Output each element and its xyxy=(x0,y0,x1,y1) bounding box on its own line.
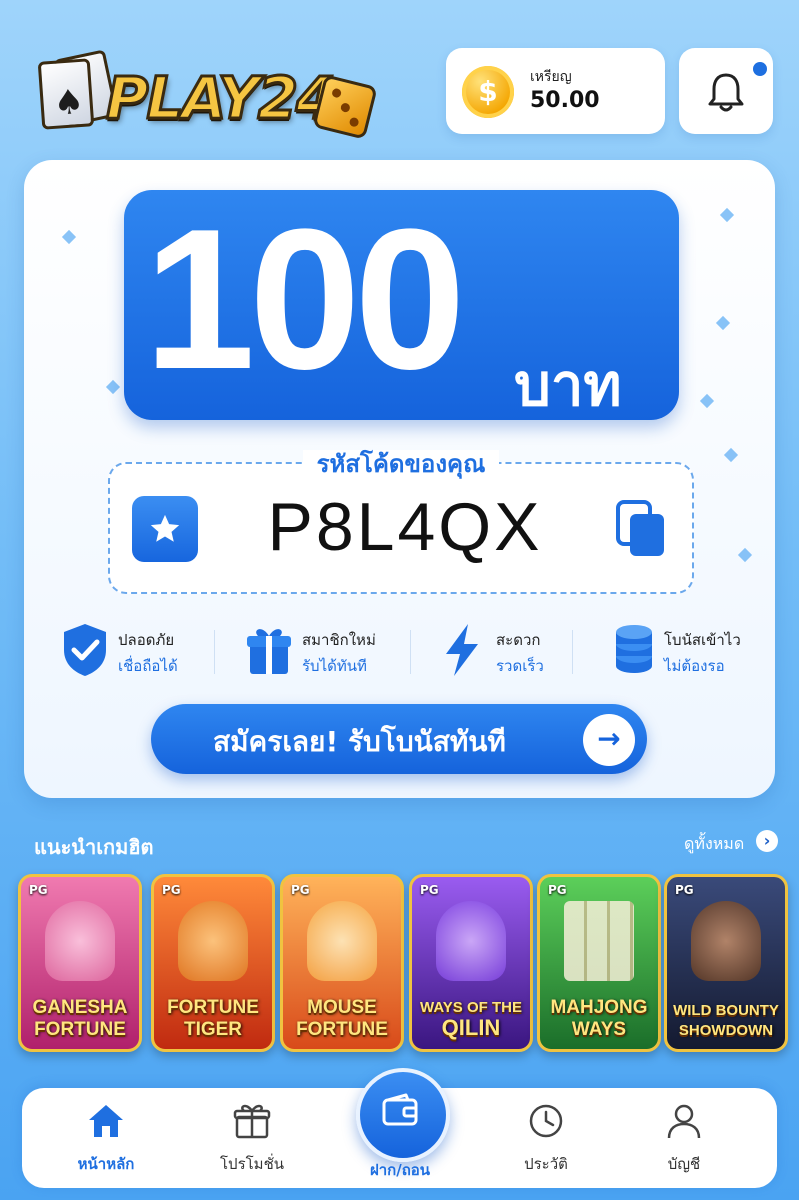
sparkle-icon xyxy=(61,229,77,245)
divider xyxy=(410,630,411,674)
game-artwork xyxy=(436,901,506,981)
game-tile-mahjong-ways[interactable]: PG MAHJONG WAYS xyxy=(537,874,661,1052)
game-tile-mouse-fortune[interactable]: PG MOUSE FORTUNE xyxy=(280,874,404,1052)
game-tile-wild-bounty-showdown[interactable]: PG WILD BOUNTY SHOWDOWN xyxy=(664,874,788,1052)
game-artwork xyxy=(691,901,761,981)
game-name: WILD BOUNTY SHOWDOWN xyxy=(673,1002,779,1039)
sparkle-icon xyxy=(105,379,121,395)
feature-subtitle: รวดเร็ว xyxy=(496,657,544,675)
provider-badge: PG xyxy=(675,883,694,897)
coin-stack-icon xyxy=(616,625,652,673)
deposit-withdraw-button[interactable] xyxy=(356,1068,450,1162)
feature-title: โบนัสเข้าไว xyxy=(664,631,741,649)
bell-icon xyxy=(708,73,744,112)
provider-badge: PG xyxy=(162,883,181,897)
playing-card-spade-icon: ♠ xyxy=(37,58,95,130)
promo-card: 100 บาท รหัสโค้ดของคุณ P8L4QX ปลอดภัย เช… xyxy=(24,160,775,798)
gift-icon xyxy=(247,629,291,674)
game-artwork xyxy=(45,901,115,981)
bonus-amount: 100 xyxy=(144,188,466,411)
gift-icon xyxy=(233,1104,271,1139)
lightning-icon xyxy=(446,624,478,676)
sparkle-icon xyxy=(719,207,735,223)
feature-subtitle: ไม่ต้องรอ xyxy=(664,657,725,675)
nav-promotions-label: โปรโมชั่น xyxy=(219,1155,284,1173)
feature-safe: ปลอดภัย เชื่อถือได้ xyxy=(60,622,220,682)
game-name: MAHJONG WAYS xyxy=(550,997,648,1040)
logo-text: PLAY24 xyxy=(104,63,337,134)
provider-badge: PG xyxy=(548,883,567,897)
feature-subtitle: เชื่อถือได้ xyxy=(118,657,178,675)
sparkle-icon xyxy=(699,393,715,409)
register-cta-button[interactable]: สมัครเลย! รับโบนัสทันที → xyxy=(151,704,647,774)
feature-new-member: สมาชิกใหม่ รับได้ทันที xyxy=(244,622,414,682)
game-artwork xyxy=(178,901,248,981)
home-icon xyxy=(89,1105,123,1137)
copy-icon xyxy=(616,500,664,556)
bonus-unit: บาท xyxy=(514,353,622,418)
nav-home[interactable]: หน้าหลัก xyxy=(56,1102,156,1176)
nav-history-label: ประวัติ xyxy=(524,1155,568,1173)
game-tile-fortune-tiger[interactable]: PG FORTUNE TIGER xyxy=(151,874,275,1052)
nav-account[interactable]: บัญชี xyxy=(634,1102,734,1176)
game-tile-ways-of-the-qilin[interactable]: PG WAYS OF THE QILIN xyxy=(409,874,533,1052)
coin-label: เหรียญ xyxy=(530,69,572,85)
clock-icon xyxy=(529,1104,563,1138)
nav-home-label: หน้าหลัก xyxy=(77,1155,135,1173)
feature-fast-bonus: โบนัสเข้าไว ไม่ต้องรอ xyxy=(606,622,766,682)
game-tile-ganesha-fortune[interactable]: PG GANESHA FORTUNE xyxy=(18,874,142,1052)
game-name: MOUSE FORTUNE xyxy=(296,997,388,1040)
provider-badge: PG xyxy=(420,883,439,897)
nav-deposit-withdraw-label: ฝาก/ถอน xyxy=(369,1161,431,1179)
feature-convenient: สะดวก รวดเร็ว xyxy=(438,622,568,682)
nav-account-label: บัญชี xyxy=(667,1155,701,1173)
user-icon xyxy=(667,1104,701,1139)
section-title: แนะนำเกมฮิต xyxy=(34,835,154,859)
sparkle-icon xyxy=(737,547,753,563)
sparkle-icon xyxy=(723,447,739,463)
game-name: GANESHA FORTUNE xyxy=(32,997,128,1040)
nav-history[interactable]: ประวัติ xyxy=(496,1102,596,1176)
see-all-link[interactable]: ดูทั้งหมด xyxy=(684,832,744,857)
game-name: WAYS OF THE QILIN xyxy=(420,999,522,1040)
coin-balance-card[interactable]: $ เหรียญ 50.00 xyxy=(446,48,665,134)
coin-icon: $ xyxy=(462,66,514,118)
shield-check-icon xyxy=(64,624,106,676)
game-artwork xyxy=(307,901,377,981)
provider-badge: PG xyxy=(291,883,310,897)
promo-code-title: รหัสโค้ดของคุณ xyxy=(302,450,500,478)
feature-title: สมาชิกใหม่ xyxy=(302,631,376,649)
arrow-right-icon: → xyxy=(583,714,635,766)
coin-value: 50.00 xyxy=(530,88,600,113)
feature-title: สะดวก xyxy=(496,631,541,649)
promo-code-box: รหัสโค้ดของคุณ P8L4QX xyxy=(108,450,694,594)
star-icon xyxy=(132,496,198,562)
sparkle-icon xyxy=(715,315,731,331)
copy-code-button[interactable] xyxy=(614,498,670,560)
provider-badge: PG xyxy=(29,883,48,897)
game-artwork xyxy=(564,901,634,981)
feature-title: ปลอดภัย xyxy=(118,631,175,649)
notification-button[interactable] xyxy=(679,48,773,134)
nav-promotions[interactable]: โปรโมชั่น xyxy=(202,1102,302,1176)
promo-code-value[interactable]: P8L4QX xyxy=(240,488,570,566)
wallet-icon xyxy=(382,1093,418,1126)
chevron-right-icon[interactable]: › xyxy=(756,830,778,852)
notification-badge xyxy=(753,62,767,76)
bonus-amount-banner: 100 บาท xyxy=(124,190,679,420)
cta-label: สมัครเลย! รับโบนัสทันที xyxy=(213,725,506,758)
divider xyxy=(214,630,215,674)
feature-subtitle: รับได้ทันที xyxy=(302,657,367,675)
brand-logo[interactable]: ♠ PLAY24 xyxy=(36,49,378,140)
game-name: FORTUNE TIGER xyxy=(167,997,259,1040)
divider xyxy=(572,630,573,674)
